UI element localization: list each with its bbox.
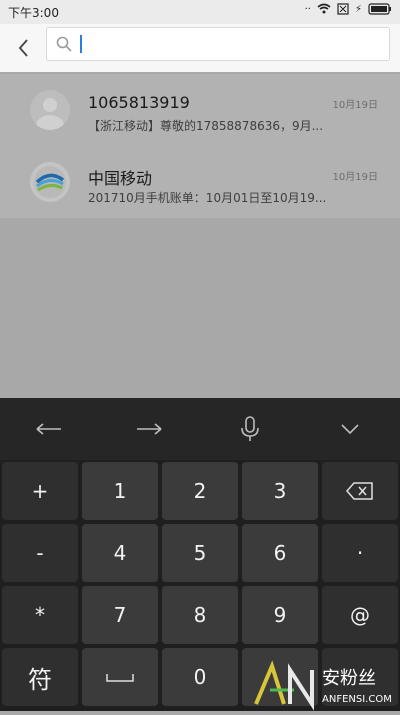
avatar (30, 90, 70, 130)
message-date: 10月19日 (332, 100, 378, 111)
sim-icon (337, 3, 349, 15)
battery-icon (368, 3, 391, 15)
list-item[interactable]: 1065813919 10月19日 【浙江移动】尊敬的17858878636，9… (0, 74, 400, 146)
space-key[interactable] (82, 648, 158, 706)
key-plus[interactable]: + (2, 462, 78, 520)
key-label: 5 (193, 541, 207, 565)
key-label: · (356, 541, 364, 565)
wifi-icon (317, 3, 331, 14)
key-7[interactable]: 7 (82, 586, 158, 644)
message-snippet: 201710月手机账单：10月01日至10月19... (88, 191, 327, 205)
arrow-right-icon (137, 423, 162, 435)
status-time: 下午3:00 (8, 6, 59, 20)
avatar (30, 162, 70, 202)
chevron-down-icon (341, 424, 359, 435)
message-sender: 中国移动 (88, 169, 153, 188)
key-label: 2 (193, 479, 207, 503)
key-label: 0 (193, 665, 207, 689)
message-sender: 1065813919 (88, 93, 190, 112)
key-4[interactable]: 4 (82, 524, 158, 582)
key-label: 6 (273, 541, 287, 565)
key-label: - (36, 541, 44, 565)
key-label: 9 (273, 603, 287, 627)
voice-input-button[interactable] (235, 414, 265, 444)
china-mobile-logo-icon (34, 166, 66, 198)
message-date: 10月19日 (332, 172, 378, 183)
charging-icon: ⚡ (354, 3, 362, 15)
cursor-left-button[interactable] (34, 414, 64, 444)
backspace-key[interactable] (322, 462, 398, 520)
key-asterisk[interactable]: * (2, 586, 78, 644)
key-2[interactable]: 2 (162, 462, 238, 520)
search-input[interactable] (77, 33, 381, 57)
dots-icon: ·· (304, 3, 311, 15)
key-dot[interactable]: · (322, 524, 398, 582)
key-6[interactable]: 6 (242, 524, 318, 582)
arrow-left-icon (36, 423, 61, 435)
search-header (0, 24, 400, 73)
symbols-key[interactable]: 符 (2, 648, 78, 706)
space-icon (106, 674, 134, 682)
key-1[interactable]: 1 (82, 462, 158, 520)
key-8[interactable]: 8 (162, 586, 238, 644)
key-label: 8 (193, 603, 207, 627)
key-label: @ (350, 603, 370, 627)
key-label: 1 (113, 479, 127, 503)
back-arrow-icon[interactable] (12, 36, 36, 60)
watermark-url: ANFENSI.COM (322, 694, 392, 705)
backspace-icon (346, 482, 373, 500)
watermark-logo: 安粉丝 ANFENSI.COM (250, 660, 400, 711)
status-bar: 下午3:00 ·· ⚡ (0, 0, 400, 24)
list-item[interactable]: 中国移动 10月19日 201710月手机账单：10月01日至10月19... (0, 146, 400, 218)
search-field[interactable] (46, 27, 390, 61)
results-overlay[interactable]: 1065813919 10月19日 【浙江移动】尊敬的17858878636，9… (0, 72, 400, 398)
key-9[interactable]: 9 (242, 586, 318, 644)
text-cursor (80, 35, 82, 53)
keyboard-toolbar (0, 398, 400, 460)
anfensi-logo-icon: 安粉丝 ANFENSI.COM (254, 660, 392, 711)
key-at[interactable]: @ (322, 586, 398, 644)
status-icons: ·· ⚡ (305, 3, 392, 15)
key-label: + (31, 479, 49, 503)
mic-icon (241, 416, 259, 441)
cursor-right-button[interactable] (134, 414, 164, 444)
key-label: 3 (273, 479, 287, 503)
message-snippet: 【浙江移动】尊敬的17858878636，9月... (88, 119, 324, 133)
key-5[interactable]: 5 (162, 524, 238, 582)
hide-keyboard-button[interactable] (335, 414, 365, 444)
key-label: 7 (113, 603, 127, 627)
key-label: 4 (113, 541, 127, 565)
key-minus[interactable]: - (2, 524, 78, 582)
key-label: 符 (28, 665, 52, 694)
search-icon (56, 36, 72, 52)
person-icon (36, 98, 64, 130)
watermark-brand: 安粉丝 (322, 668, 376, 689)
key-3[interactable]: 3 (242, 462, 318, 520)
key-label: * (35, 603, 45, 627)
key-0[interactable]: 0 (162, 648, 238, 706)
